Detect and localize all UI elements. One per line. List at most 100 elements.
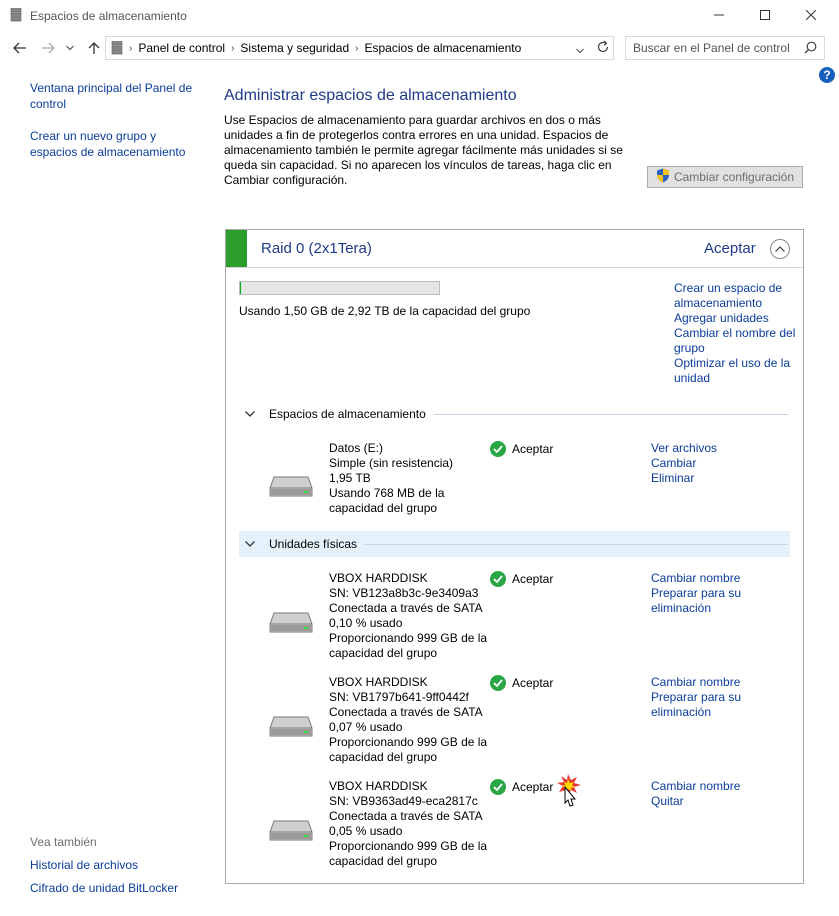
maximize-button[interactable] [742,0,788,30]
hard-drive-icon [269,713,313,742]
change-settings-label: Cambiar configuración [673,170,795,184]
forward-button[interactable] [37,38,59,58]
up-button[interactable] [83,38,105,58]
crumb-storage-spaces[interactable]: Espacios de almacenamiento [362,41,525,55]
link-create-space[interactable]: Crear un espacio de almacenamiento [674,281,799,311]
address-bar[interactable]: › Panel de control › Sistema y seguridad… [105,36,614,60]
pool-usage-bar [239,281,440,295]
link-rename-drive[interactable]: Cambiar nombre [651,779,771,794]
chevron-down-icon [241,541,259,547]
drive-name: VBOX HARDDISK [329,779,428,793]
link-prepare-removal[interactable]: Preparar para su eliminación [651,690,771,720]
intro-text: Use Espacios de almacenamiento para guar… [224,113,623,187]
drive-info: VBOX HARDDISK SN: VB123a8b3c-9e3409a3 Co… [329,571,489,661]
drive-connection: Conectada a través de SATA [329,809,483,823]
drive-connection: Conectada a través de SATA [329,705,483,719]
space-status-text: Aceptar [512,442,554,456]
space-status: Aceptar [490,441,553,457]
drive-status: Aceptar [490,779,553,795]
drive-status-text: Aceptar [512,780,554,794]
drive-name: VBOX HARDDISK [329,571,428,585]
space-resiliency: Simple (sin resistencia) [329,456,454,470]
control-panel-icon [106,41,126,55]
link-prepare-removal[interactable]: Preparar para su eliminación [651,586,771,616]
help-icon[interactable]: ? [819,67,835,83]
space-size: 1,95 TB [329,471,371,485]
chevron-right-icon: › [355,42,359,54]
drive-provides: Proporcionando 999 GB de la capacidad de… [329,631,488,660]
drive-provides: Proporcionando 999 GB de la capacidad de… [329,839,488,868]
refresh-icon[interactable] [596,40,610,57]
recent-locations-button[interactable] [62,38,78,58]
check-icon [490,571,506,587]
storage-spaces-icon [10,8,22,25]
close-button[interactable] [788,0,834,30]
check-icon [490,441,506,457]
space-name: Datos (E:) [329,441,384,455]
chevron-up-icon [775,246,785,252]
link-bitlocker[interactable]: Cifrado de unidad BitLocker [30,880,178,896]
chevron-right-icon: › [231,42,235,54]
drive-links: Cambiar nombre Quitar [651,779,771,809]
drive-used: 0,10 % usado [329,616,403,630]
drive-serial: SN: VB123a8b3c-9e3409a3 [329,586,479,600]
drive-used: 0,05 % usado [329,824,403,838]
pool-usage-text: Usando 1,50 GB de 2,92 TB de la capacida… [239,304,531,318]
crumb-control-panel[interactable]: Panel de control [135,41,228,55]
drive-status: Aceptar [490,571,553,587]
hard-drive-icon [269,609,313,638]
page-title: Administrar espacios de almacenamiento [224,87,517,104]
uac-shield-icon [656,168,670,186]
physical-drives-section-header[interactable]: Unidades físicas [239,531,790,557]
drive-status: Aceptar [490,675,553,691]
link-optimize-drive[interactable]: Optimizar el uso de la unidad [674,356,799,386]
drive-info: VBOX HARDDISK SN: VB9363ad49-eca2817c Co… [329,779,489,869]
pool-name: Raid 0 (2x1Tera) [261,240,372,257]
link-add-drives[interactable]: Agregar unidades [674,311,799,326]
drive-links: Cambiar nombre Preparar para su eliminac… [651,571,771,616]
link-file-history[interactable]: Historial de archivos [30,857,138,873]
search-input[interactable] [626,37,796,59]
drive-serial: SN: VB1797b641-9ff0442f [329,690,469,704]
link-control-panel-home[interactable]: Ventana principal del Panel de control [30,80,200,112]
search-box [625,36,825,60]
drive-info: VBOX HARDDISK SN: VB1797b641-9ff0442f Co… [329,675,489,765]
space-info: Datos (E:) Simple (sin resistencia) 1,95… [329,441,489,516]
link-change-space[interactable]: Cambiar [651,456,771,471]
drive-provides: Proporcionando 999 GB de la capacidad de… [329,735,488,764]
space-usage: Usando 768 MB de la capacidad del grupo [329,486,445,515]
title-bar: Espacios de almacenamiento [0,0,839,32]
pool-header: Raid 0 (2x1Tera) Aceptar [226,230,803,268]
section-label: Unidades físicas [269,537,358,551]
storage-spaces-section-header[interactable]: Espacios de almacenamiento [239,401,790,427]
search-icon[interactable] [804,41,817,57]
link-rename-pool[interactable]: Cambiar el nombre del grupo [674,326,799,356]
physical-drive-entry: VBOX HARDDISK SN: VB123a8b3c-9e3409a3 Co… [226,571,803,666]
chevron-right-icon: › [129,42,133,54]
drive-status-text: Aceptar [512,676,554,690]
link-delete-space[interactable]: Eliminar [651,471,771,486]
breadcrumb: › Panel de control › Sistema y seguridad… [106,37,524,59]
see-also-heading: Vea también [30,835,97,849]
cursor-click-icon [556,773,584,816]
link-create-pool[interactable]: Crear un nuevo grupo y espacios de almac… [30,128,200,160]
address-dropdown-icon[interactable] [576,43,584,57]
drive-connection: Conectada a través de SATA [329,601,483,615]
back-button[interactable] [9,38,31,58]
link-rename-drive[interactable]: Cambiar nombre [651,675,771,690]
check-icon [490,675,506,691]
window-title: Espacios de almacenamiento [30,9,187,23]
section-divider [365,543,788,545]
hard-drive-icon [269,473,313,502]
collapse-pool-button[interactable] [770,239,790,259]
link-rename-drive[interactable]: Cambiar nombre [651,571,771,586]
minimize-button[interactable] [696,0,742,30]
crumb-system-security[interactable]: Sistema y seguridad [237,41,352,55]
drive-serial: SN: VB9363ad49-eca2817c [329,794,478,808]
physical-drive-entry: VBOX HARDDISK SN: VB9363ad49-eca2817c Co… [226,779,803,874]
link-remove-drive[interactable]: Quitar [651,794,771,809]
change-settings-button[interactable]: Cambiar configuración [647,166,803,188]
link-view-files[interactable]: Ver archivos [651,441,771,456]
drive-status-text: Aceptar [512,572,554,586]
section-divider [433,413,788,415]
